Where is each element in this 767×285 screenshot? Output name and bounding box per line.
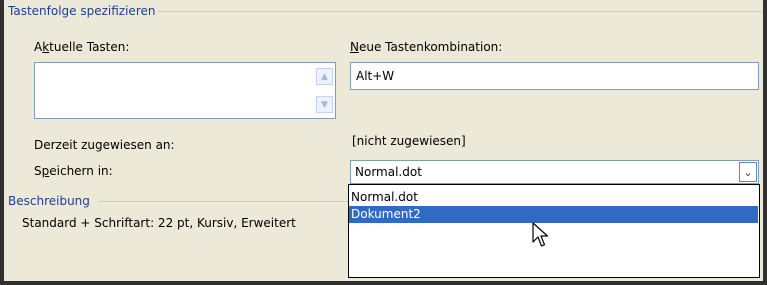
dropdown-option-normal-dot[interactable]: Normal.dot: [349, 189, 758, 206]
dropdown-option-dokument2[interactable]: Dokument2: [349, 206, 758, 223]
save-in-selected-value: Normal.dot: [355, 165, 422, 179]
save-in-label: Speichern in:: [34, 164, 113, 178]
scroll-up-arrow-icon: ▲: [321, 71, 328, 82]
window-frame-bottom: [0, 281, 767, 285]
window-frame-left: [0, 0, 4, 285]
current-keys-label: Aktuelle Tasten:: [34, 40, 130, 54]
group-divider-description: [98, 201, 348, 202]
current-keys-list[interactable]: ▲ ▼: [34, 62, 336, 119]
new-shortcut-input[interactable]: [350, 62, 759, 90]
scroll-down-button[interactable]: ▼: [316, 96, 333, 113]
window-frame-right: [763, 0, 767, 285]
save-in-select[interactable]: Normal.dot ⌄: [350, 160, 759, 184]
save-in-dropdown-list[interactable]: Normal.dot Dokument2: [348, 184, 760, 278]
new-shortcut-label: Neue Tastenkombination:: [350, 40, 503, 54]
key-sequence-group-title: Tastenfolge spezifizieren: [8, 4, 156, 18]
group-divider-top: [158, 11, 763, 12]
description-group-title: Beschreibung: [8, 194, 90, 208]
mouse-pointer-icon: [532, 222, 549, 247]
save-in-dropdown-button[interactable]: ⌄: [739, 162, 757, 182]
chevron-down-icon: ⌄: [743, 165, 753, 179]
scroll-up-button[interactable]: ▲: [316, 68, 333, 85]
scroll-down-arrow-icon: ▼: [321, 99, 328, 110]
currently-assigned-value: [nicht zugewiesen]: [352, 134, 466, 148]
currently-assigned-label: Derzeit zugewiesen an:: [34, 138, 175, 152]
description-text: Standard + Schriftart: 22 pt, Kursiv, Er…: [22, 216, 296, 230]
